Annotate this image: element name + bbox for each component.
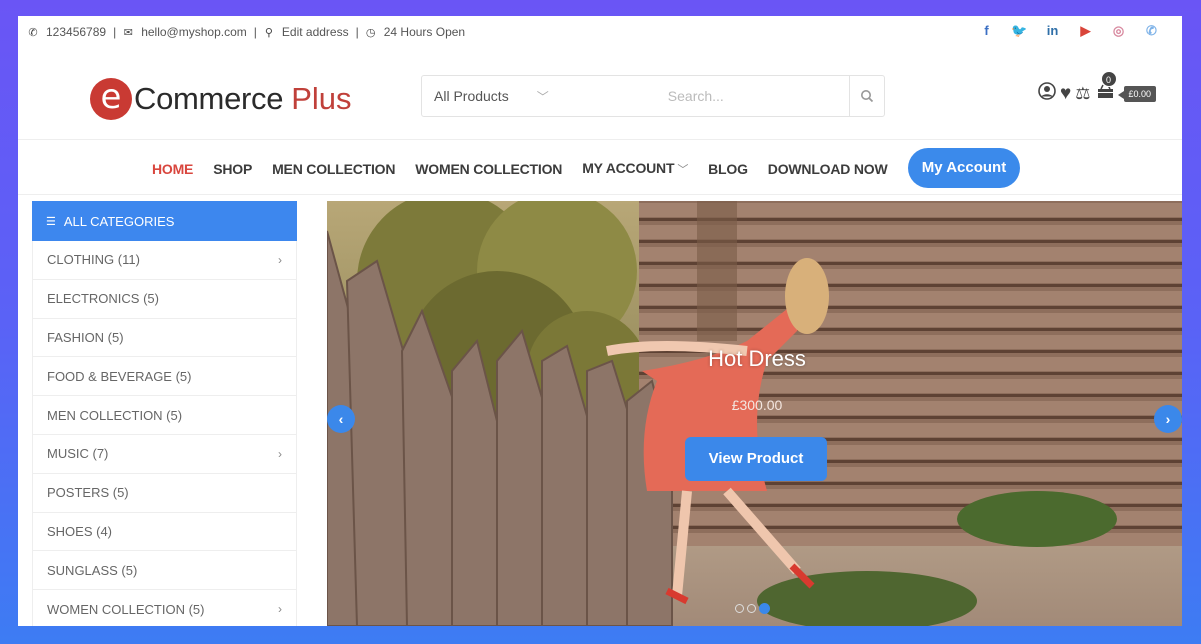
search-bar: All Products ﹀ (421, 75, 885, 117)
slider-dot[interactable] (759, 603, 770, 614)
nav-item-women-collection[interactable]: WOMEN COLLECTION (415, 161, 562, 177)
email-address[interactable]: hello@myshop.com (141, 25, 247, 39)
category-label: FOOD & BEVERAGE (5) (47, 368, 192, 384)
view-product-button[interactable]: View Product (685, 437, 827, 481)
chevron-right-icon: › (278, 252, 282, 267)
browser-frame: ✆ 123456789 | ✉ hello@myshop.com | ⚲ Edit a… (18, 16, 1182, 626)
chevron-down-icon: ﹀ (677, 164, 689, 176)
nav-item-shop[interactable]: SHOP (213, 161, 252, 177)
category-item[interactable]: WOMEN COLLECTION (5) › (32, 590, 297, 626)
linkedin-icon[interactable]: in (1036, 23, 1069, 39)
category-label: FASHION (5) (47, 329, 124, 345)
all-categories-header[interactable]: ☰ ALL CATEGORIES (32, 201, 297, 241)
list-icon: ☰ (46, 215, 56, 228)
chevron-right-icon: › (278, 446, 282, 461)
slider-dot[interactable] (735, 604, 744, 613)
category-item[interactable]: ELECTRONICS (5) (32, 279, 297, 319)
whatsapp-icon[interactable]: ✆ (1135, 23, 1168, 39)
header-actions: ♥ ⚖ 0 £0.00 (1038, 70, 1157, 105)
search-input[interactable] (555, 76, 849, 116)
my-account-button[interactable]: My Account (908, 148, 1020, 188)
slide-image (327, 201, 1182, 626)
chevron-left-icon: ‹ (338, 411, 344, 427)
phone-icon: ✆ (28, 26, 38, 39)
phone-number[interactable]: 123456789 (46, 25, 106, 39)
category-label: SUNGLASS (5) (47, 562, 138, 578)
category-label: CLOTHING (11) (47, 252, 140, 268)
logo-badge: e (90, 78, 132, 120)
search-icon (860, 90, 874, 103)
user-account-icon[interactable] (1038, 82, 1056, 105)
divider: | (253, 25, 257, 39)
top-bar: ✆ 123456789 | ✉ hello@myshop.com | ⚲ Edit a… (18, 16, 1182, 50)
nav-item-label: DOWNLOAD NOW (767, 160, 888, 177)
search-button[interactable] (848, 76, 884, 116)
instagram-icon[interactable]: ◎ (1102, 23, 1135, 39)
nav-item-download-now[interactable]: DOWNLOAD NOW (768, 161, 888, 177)
wishlist-heart-icon[interactable]: ♥ (1060, 83, 1071, 105)
slide-title: Hot Dress (708, 346, 806, 371)
nav-item-label: HOME (152, 160, 194, 177)
opening-hours: 24 Hours Open (383, 25, 466, 39)
category-item[interactable]: FASHION (5) (32, 318, 297, 358)
nav-menu: HOME SHOP MEN COLLECTION WOMEN COLLECTION MY… (152, 160, 908, 177)
facebook-icon[interactable]: f (970, 23, 1003, 39)
category-select[interactable]: All Products ﹀ (422, 76, 556, 116)
cart-button[interactable]: 0 (1097, 70, 1118, 104)
nav-item-label: SHOP (213, 160, 253, 177)
clock-icon: ◷ (365, 26, 376, 39)
nav-item-label: MY ACCOUNT (582, 160, 675, 176)
email-icon: ✉ (123, 26, 133, 39)
nav-item-label: MEN COLLECTION (272, 160, 396, 177)
category-sidebar: ☰ ALL CATEGORIES CLOTHING (11) › ELECTRONI… (32, 201, 297, 626)
location-pin-icon: ⚲ (264, 26, 273, 39)
youtube-icon[interactable]: ▶ (1069, 23, 1102, 39)
hero-slider: Hot Dress £300.00 View Product ‹ › (327, 201, 1182, 626)
logo-accent: Plus (291, 81, 352, 116)
nav-item-men-collection[interactable]: MEN COLLECTION (272, 161, 395, 177)
category-item[interactable]: MUSIC (7) › (32, 434, 297, 474)
category-select-value: All Products (434, 88, 509, 104)
nav-item-label: WOMEN COLLECTION (415, 160, 563, 177)
social-links: f 🐦 in ▶ ◎ ✆ (970, 23, 1168, 39)
compare-scales-icon[interactable]: ⚖ (1075, 84, 1090, 104)
twitter-icon[interactable]: 🐦 (1003, 23, 1036, 39)
nav-item-label: BLOG (708, 160, 748, 177)
category-label: MEN COLLECTION (5) (47, 407, 183, 423)
category-label: POSTERS (5) (47, 485, 129, 501)
category-item[interactable]: SHOES (4) (32, 512, 297, 552)
category-item[interactable]: MEN COLLECTION (5) (32, 396, 297, 435)
nav-item-blog[interactable]: BLOG (708, 161, 748, 177)
site-logo[interactable]: e Commerce Plus (90, 78, 352, 120)
contact-info: ✆ 123456789 | ✉ hello@myshop.com | ⚲ Edit a… (28, 25, 471, 39)
category-item[interactable]: FOOD & BEVERAGE (5) (32, 357, 297, 397)
slider-dot[interactable] (747, 604, 756, 613)
nav-item-home[interactable]: HOME (152, 161, 193, 177)
logo-text: Commerce (134, 81, 284, 116)
category-item[interactable]: CLOTHING (11) › (32, 241, 297, 280)
slider-pagination (735, 603, 770, 614)
category-label: SHOES (4) (47, 523, 113, 539)
nav-item-my-account[interactable]: MY ACCOUNT ﹀ (582, 160, 688, 177)
main-navigation: HOME SHOP MEN COLLECTION WOMEN COLLECTION MY… (18, 141, 1182, 195)
category-label: MUSIC (7) (47, 446, 109, 462)
divider: | (113, 25, 117, 39)
cart-count-badge: 0 (1100, 70, 1117, 87)
slide-price: £300.00 (731, 397, 783, 413)
chevron-right-icon: › (278, 602, 282, 617)
cart-total[interactable]: £0.00 (1117, 85, 1157, 102)
site-header: e Commerce Plus All Products ﹀ ♥ ⚖ (18, 60, 1182, 140)
category-label: ELECTRONICS (5) (47, 291, 159, 307)
chevron-down-icon: ﹀ (536, 89, 549, 104)
divider: | (355, 25, 359, 39)
slider-prev-button[interactable]: ‹ (327, 405, 355, 433)
category-item[interactable]: SUNGLASS (5) (32, 551, 297, 591)
category-item[interactable]: POSTERS (5) (32, 473, 297, 513)
all-categories-title: ALL CATEGORIES (63, 213, 175, 229)
chevron-right-icon: › (1165, 411, 1171, 427)
category-label: WOMEN COLLECTION (5) (47, 601, 205, 617)
address-link[interactable]: Edit address (282, 25, 349, 39)
slider-next-button[interactable]: › (1154, 405, 1182, 433)
